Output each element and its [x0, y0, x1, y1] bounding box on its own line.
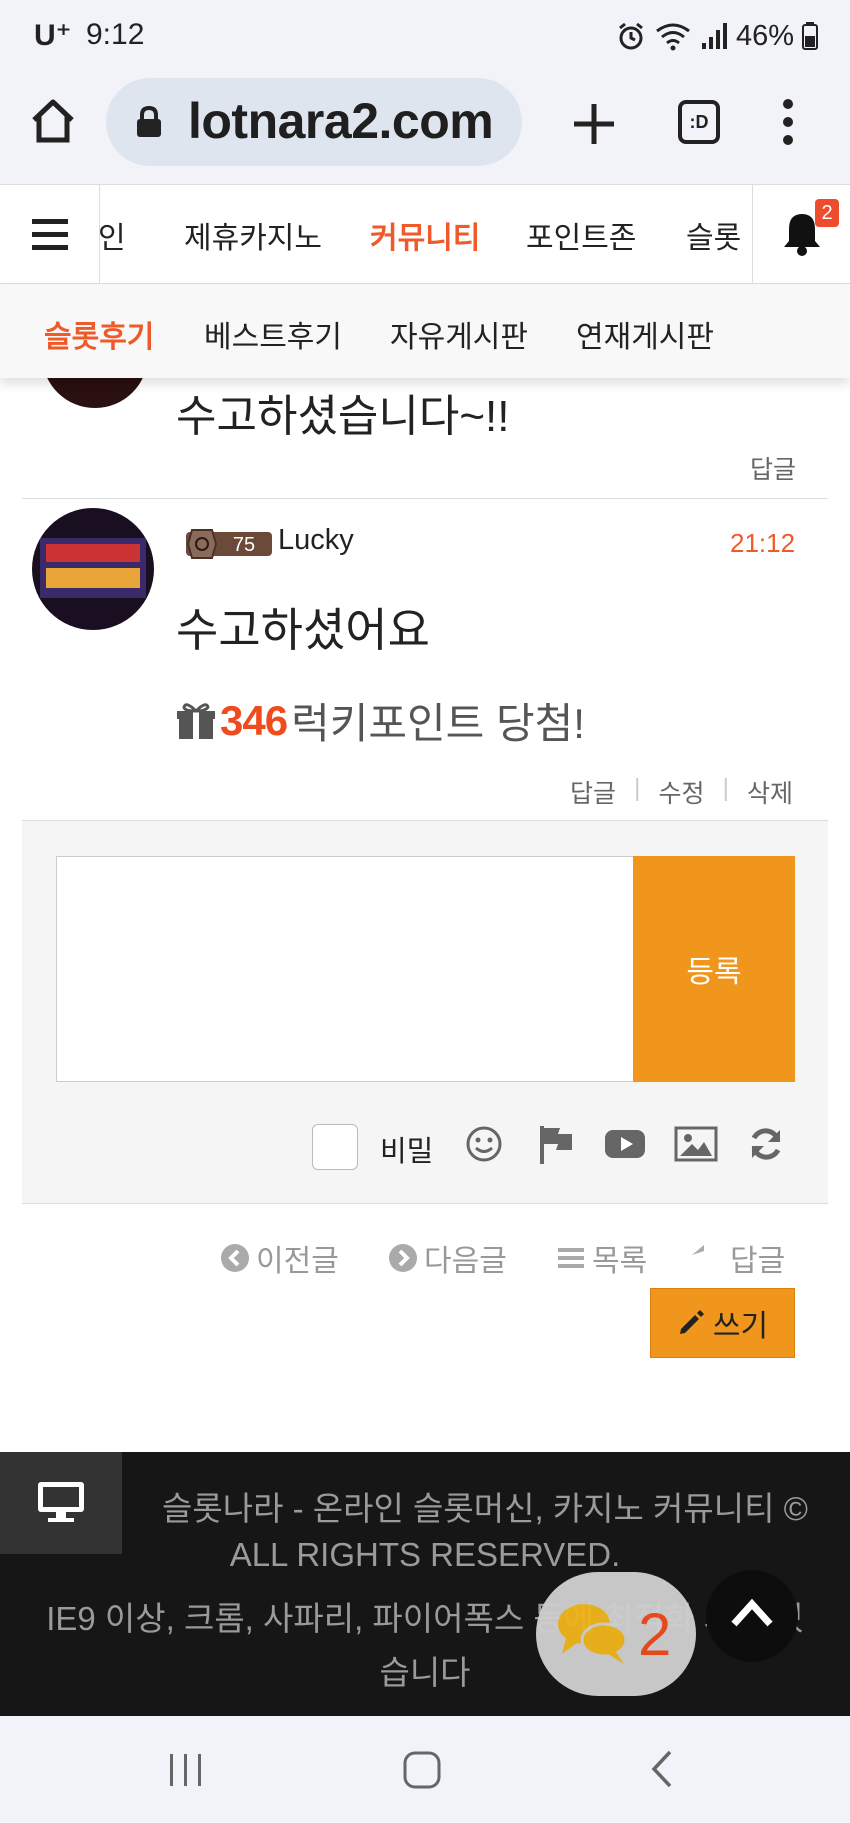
new-tab-icon[interactable] [566, 96, 622, 152]
gift-icon [177, 702, 215, 739]
subnav-slot-review[interactable]: 슬롯후기 [44, 312, 154, 356]
lucky-point-line: 346 럭키포인트 당첨! [176, 690, 585, 751]
comment-textarea[interactable] [56, 856, 634, 1082]
browser-toolbar: lotnara2.com :D [0, 72, 850, 184]
reply-icon [692, 1245, 704, 1255]
edit-link[interactable]: 수정 [659, 774, 705, 810]
comment-author[interactable]: Lucky [278, 524, 354, 557]
lucky-text: 럭키포인트 당첨! [291, 700, 585, 747]
notification-button[interactable]: 2 [752, 185, 850, 285]
reply-link[interactable]: 답글 [750, 450, 796, 486]
chevron-left-circle-icon [221, 1244, 249, 1272]
separator: | [722, 774, 730, 802]
next-post-label: 다음글 [424, 1245, 507, 1278]
home-nav-icon[interactable] [402, 1750, 442, 1790]
lock-icon [137, 106, 161, 137]
prev-post-link[interactable]: 이전글 [220, 1236, 339, 1280]
back-icon[interactable] [648, 1748, 676, 1790]
alarm-icon [619, 22, 643, 50]
level-number: 75 [233, 534, 255, 556]
submit-button[interactable]: 등록 [633, 856, 795, 1082]
nav-item-casino[interactable]: 제휴카지노 [184, 213, 322, 257]
footer-browser-note-end: 습니다 [379, 1654, 471, 1691]
emoticon-icon[interactable] [464, 1124, 504, 1164]
list-label: 목록 [592, 1245, 648, 1278]
list-link[interactable]: 목록 [556, 1236, 647, 1280]
nav-item-partial[interactable]: 인 [100, 213, 126, 257]
prev-post-label: 이전글 [256, 1245, 339, 1278]
chevron-up-icon [731, 1598, 773, 1627]
next-post-link[interactable]: 다음글 [388, 1236, 507, 1280]
more-menu-icon[interactable] [780, 98, 796, 146]
divider [22, 498, 828, 499]
write-label: 쓰기 [712, 1310, 769, 1343]
comment-text: 수고하셨어요 [176, 604, 430, 656]
site-nav: 인 제휴카지노 커뮤니티 포인트존 슬롯 2 [0, 184, 850, 285]
nav-item-points[interactable]: 포인트존 [526, 213, 636, 257]
flag-icon[interactable] [536, 1124, 576, 1164]
chat-button[interactable]: 2 [536, 1572, 696, 1696]
chevron-right-circle-icon [389, 1244, 417, 1272]
signal-icon [701, 23, 727, 49]
youtube-icon[interactable] [604, 1124, 646, 1164]
scroll-top-button[interactable] [706, 1570, 798, 1662]
nav-item-slot[interactable]: 슬롯 [686, 213, 741, 257]
secret-checkbox[interactable] [312, 1124, 358, 1170]
secret-label: 비밀 [380, 1136, 434, 1168]
status-time: 9:12 [86, 18, 145, 51]
comment-actions: 답글 | 수정 | 삭제 [570, 774, 793, 810]
android-nav-bar [0, 1716, 850, 1823]
footer-copyright: 슬롯나라 - 온라인 슬롯머신, 카지노 커뮤니티 © [162, 1490, 808, 1527]
reply-post-link[interactable]: 답글 [690, 1236, 785, 1280]
list-icon [558, 1248, 584, 1268]
carrier-label: U⁺ [34, 19, 72, 52]
delete-link[interactable]: 삭제 [747, 774, 793, 810]
nav-items: 인 제휴카지노 커뮤니티 포인트존 슬롯 [100, 185, 750, 285]
sub-nav: 슬롯후기 베스트후기 자유게시판 연재게시판 [0, 284, 850, 378]
tab-switcher-button[interactable]: :D [678, 100, 720, 144]
subnav-best-review[interactable]: 베스트후기 [204, 312, 342, 356]
write-button[interactable]: 쓰기 [650, 1288, 795, 1358]
notification-badge: 2 [815, 199, 839, 227]
reply-link[interactable]: 답글 [570, 774, 616, 810]
reply-post-label: 답글 [730, 1245, 786, 1278]
battery-icon [802, 22, 818, 50]
status-bar: U⁺ 9:12 46% [0, 0, 850, 72]
wifi-icon [656, 23, 690, 51]
level-badge-icon: 75 [186, 529, 272, 559]
refresh-icon[interactable] [746, 1124, 786, 1164]
separator: | [634, 774, 641, 802]
avatar [32, 508, 154, 630]
url-text: lotnara2.com [188, 93, 494, 149]
lucky-points: 346 [220, 696, 288, 744]
address-bar[interactable]: lotnara2.com [106, 78, 522, 166]
status-icons: 46% [616, 16, 818, 56]
hamburger-menu-icon[interactable] [0, 185, 100, 285]
nav-item-community[interactable]: 커뮤니티 [370, 213, 480, 257]
footer-rights: ALL RIGHTS RESERVED. [229, 1536, 621, 1573]
desktop-icon [38, 1482, 84, 1522]
comment-time: 21:12 [730, 528, 796, 558]
subnav-free-board[interactable]: 자유게시판 [390, 312, 528, 356]
home-icon[interactable] [28, 96, 78, 146]
chat-bubbles-icon [558, 1604, 628, 1664]
recent-apps-icon[interactable] [166, 1752, 206, 1788]
chat-count: 2 [638, 1601, 672, 1668]
subnav-serial-board[interactable]: 연재게시판 [576, 312, 714, 356]
image-icon[interactable] [674, 1124, 718, 1164]
pencil-icon [679, 1310, 704, 1334]
comment-text: 수고하셨습니다~!! [176, 392, 510, 441]
battery-percent: 46% [735, 19, 794, 52]
